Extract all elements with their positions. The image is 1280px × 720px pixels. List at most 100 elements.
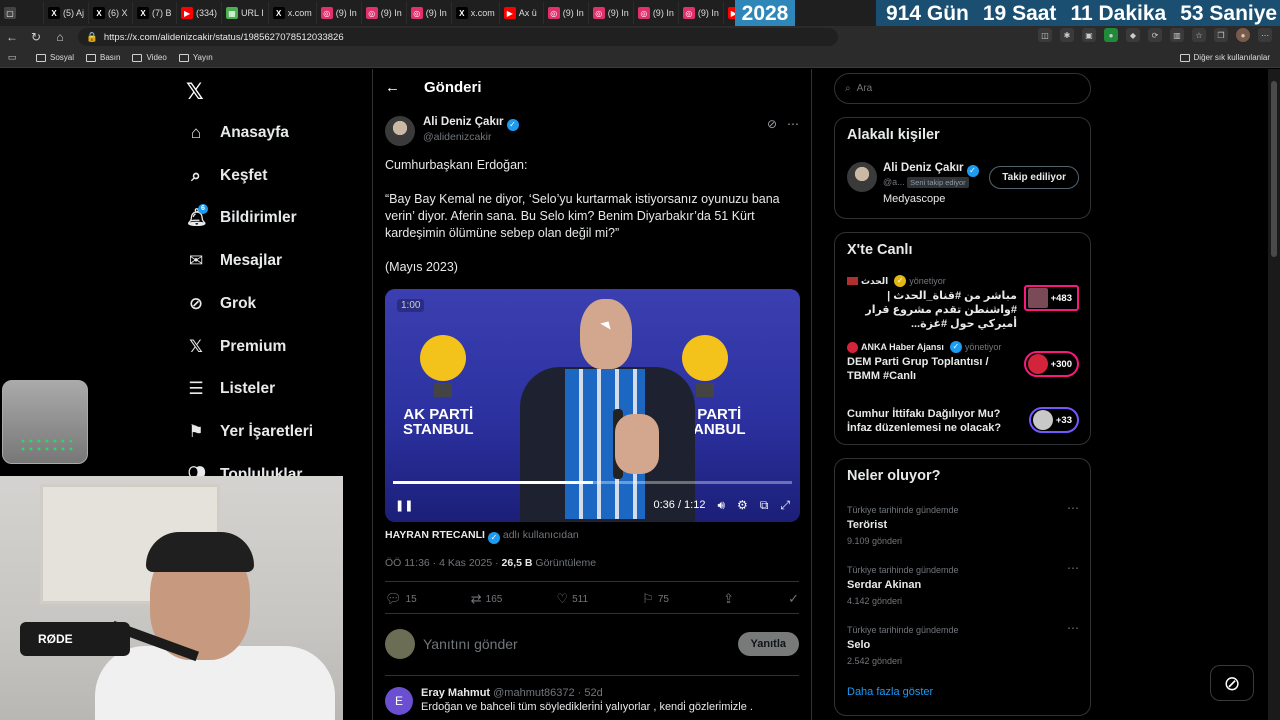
reply-input[interactable]: Yanıtını gönder — [423, 636, 738, 652]
browser-tab[interactable]: X (6) X — [89, 2, 134, 24]
share-button[interactable]: ⇪ — [723, 591, 734, 607]
post-timestamp[interactable]: ÖÖ 11:36 · 4 Kas 2025 · — [385, 557, 499, 569]
more-icon[interactable]: ⋯ — [1258, 28, 1272, 42]
back-arrow-icon[interactable]: ← — [385, 79, 400, 96]
done-button[interactable]: ✓ — [788, 591, 799, 607]
pip-icon[interactable]: ⧉ — [760, 498, 769, 513]
bookmark-label: Sosyal — [50, 53, 75, 62]
live-listeners-pill[interactable]: +483 — [1023, 285, 1079, 311]
trend-item[interactable]: Türkiye tarihinde gündemde Serdar Akinan… — [847, 561, 1079, 606]
post-author[interactable]: Ali Deniz Çakır ✓ @alidenizcakir — [385, 116, 519, 146]
browser-tab[interactable]: X (7) B — [133, 2, 178, 24]
following-button[interactable]: Takip ediliyor — [989, 166, 1079, 189]
browser-tab[interactable]: ◎ (9) In — [544, 2, 589, 24]
live-item[interactable]: الحدث ✓ yönetiyor مباشر من #قناة_الحدث | #… — [847, 275, 1079, 331]
live-listeners-pill[interactable]: +33 — [1028, 407, 1079, 433]
reply-post[interactable]: E Eray Mahmut @mahmut86372 · 52d Erdoğan… — [385, 687, 799, 715]
extension-icon[interactable]: ▣ — [1082, 28, 1096, 42]
sidebar-item-premium[interactable]: 𝕏 Premium — [186, 337, 286, 357]
bookmark-button[interactable]: ⚐ 75 — [642, 591, 669, 607]
bookmarks-menu-icon[interactable]: ▭ — [0, 52, 24, 63]
fullscreen-icon[interactable]: ⤢ — [780, 498, 790, 513]
browser-tab[interactable]: Xx.com — [452, 2, 500, 24]
volume-icon[interactable]: 🔊︎ — [717, 498, 725, 513]
sidebar-item-grok[interactable]: ⊘ Grok — [186, 294, 256, 314]
video-player[interactable]: AK PARTİ STANBUL PARTİ ANBUL 1:00 ❚❚ 0:3… — [385, 289, 800, 522]
bookmark-folder-video[interactable]: Video — [132, 53, 167, 62]
collections-icon[interactable]: ❐ — [1214, 28, 1228, 42]
repost-button[interactable]: ⇄ 165 — [471, 591, 503, 607]
sidebar-item-home[interactable]: ⌂ Anasayfa — [186, 123, 289, 143]
sidebar-item-label: Bildirimler — [220, 209, 297, 226]
credit-name[interactable]: HAYRAN RTECANLI — [385, 529, 485, 541]
browser-tab[interactable]: ▦ URL I — [222, 2, 269, 24]
browser-tab[interactable]: ▶ (334) — [177, 2, 223, 24]
like-button[interactable]: ♡ 511 — [556, 591, 588, 607]
live-listeners-pill[interactable]: +300 — [1023, 351, 1079, 377]
settings-icon[interactable]: ⚙ — [737, 498, 748, 512]
folder-icon — [132, 53, 143, 62]
avatar[interactable]: E — [385, 687, 413, 715]
grok-icon: ⊘ — [1223, 672, 1241, 695]
avatar[interactable] — [847, 162, 877, 192]
live-item[interactable]: ANKA Haber Ajansı ✓ yönetiyor DEM Parti Gr… — [847, 341, 1079, 383]
browser-tab[interactable]: ◎ (9) In — [679, 2, 724, 24]
bookmark-folder-sosyal[interactable]: Sosyal — [36, 53, 74, 62]
extension-icon[interactable]: ◆ — [1126, 28, 1140, 42]
browser-tab[interactable]: Xx.com — [269, 2, 317, 24]
grok-explain-icon[interactable]: ⊘ — [767, 117, 777, 131]
sidebar-item-explore[interactable]: ⌕ Keşfet — [186, 166, 267, 186]
more-options-icon[interactable]: ⋯ — [1067, 501, 1079, 515]
favorites-star-icon[interactable]: ☆ — [1192, 28, 1206, 42]
browser-tab[interactable]: ◎ (9) In — [589, 2, 634, 24]
reply-submit-button[interactable]: Yanıtla — [737, 632, 799, 656]
avatar[interactable] — [385, 116, 415, 146]
split-view-icon[interactable]: ▥ — [1170, 28, 1184, 42]
more-options-icon[interactable]: ⋯ — [1067, 621, 1079, 635]
trend-item[interactable]: Türkiye tarihinde gündemde Selo 2.542 gö… — [847, 621, 1079, 666]
reply-button[interactable]: 💬︎ 15 — [385, 591, 417, 607]
scrollbar-thumb[interactable] — [1271, 81, 1277, 257]
other-bookmarks[interactable]: Diğer sık kullanılanlar — [1179, 53, 1270, 62]
sidebar-item-lists[interactable]: ☰ Listeler — [186, 379, 275, 399]
reply-author-name[interactable]: Eray Mahmut — [421, 687, 490, 699]
back-icon[interactable]: ← — [0, 30, 24, 44]
profile-avatar[interactable]: ● — [1236, 28, 1250, 42]
live-item[interactable]: Cumhur İttifakı Dağılıyor Mu? İnfaz düze… — [847, 405, 1079, 435]
url-text: https://x.com/alidenizcakir/status/19856… — [103, 31, 344, 43]
browser-tab[interactable]: ◎ (9) In — [317, 2, 362, 24]
extension-icon[interactable]: ✱ — [1060, 28, 1074, 42]
x-logo-icon[interactable]: 𝕏 — [186, 79, 204, 105]
extension-icon[interactable]: ◫ — [1038, 28, 1052, 42]
more-options-icon[interactable]: ⋯ — [787, 117, 799, 131]
browser-tab[interactable]: ▶ Ax ü — [500, 2, 544, 24]
url-field[interactable]: 🔒 https://x.com/alidenizcakir/status/198… — [78, 28, 838, 46]
related-person[interactable]: Ali Deniz Çakır ✓ @a... Seni takip ediyor… — [847, 162, 979, 205]
bookmark-folder-yayin[interactable]: Yayın — [178, 53, 213, 62]
home-browser-icon[interactable]: ⌂ — [48, 30, 72, 44]
video-progress-bar[interactable] — [393, 481, 792, 484]
instagram-icon: ◎ — [682, 7, 695, 19]
pause-icon[interactable]: ❚❚ — [395, 499, 413, 512]
browser-tab[interactable]: X (5) Aj — [44, 2, 90, 24]
more-options-icon[interactable]: ⋯ — [1067, 561, 1079, 575]
sidebar-item-messages[interactable]: ✉ Mesajlar — [186, 251, 282, 271]
trend-item[interactable]: Türkiye tarihinde gündemde Terörist 9.10… — [847, 501, 1079, 546]
browser-tab[interactable]: ◎ (9) In — [362, 2, 407, 24]
tab-strip-button[interactable]: ▢ — [0, 2, 44, 24]
reload-icon[interactable]: ↻ — [24, 30, 48, 44]
extension-icon[interactable]: ● — [1104, 28, 1118, 42]
page-scrollbar[interactable] — [1268, 69, 1280, 720]
grok-floating-button[interactable]: ⊘ — [1210, 665, 1254, 701]
bookmark-folder-basin[interactable]: Basın — [86, 53, 120, 62]
show-more-link[interactable]: Daha fazla göster — [847, 686, 933, 698]
video-credit: HAYRAN RTECANLI ✓ adlı kullanıcıdan — [385, 529, 579, 544]
sidebar-item-notifications[interactable]: 🔔︎ 6 Bildirimler — [186, 204, 297, 228]
countdown-timer: 914 Gün 19 Saat 11 Dakika 53 Saniye — [876, 0, 1280, 28]
search-input[interactable]: ⌕ Ara — [834, 73, 1091, 104]
browser-tab[interactable]: ◎ (9) In — [634, 2, 679, 24]
browser-tab[interactable]: ◎ (9) In — [407, 2, 452, 24]
extension-icon[interactable]: ⟳ — [1148, 28, 1162, 42]
extensions-row: ◫ ✱ ▣ ● ◆ ⟳ ▥ ☆ ❐ ● ⋯ — [1038, 28, 1272, 42]
sidebar-item-bookmarks[interactable]: ⚑ Yer İşaretleri — [186, 422, 313, 442]
